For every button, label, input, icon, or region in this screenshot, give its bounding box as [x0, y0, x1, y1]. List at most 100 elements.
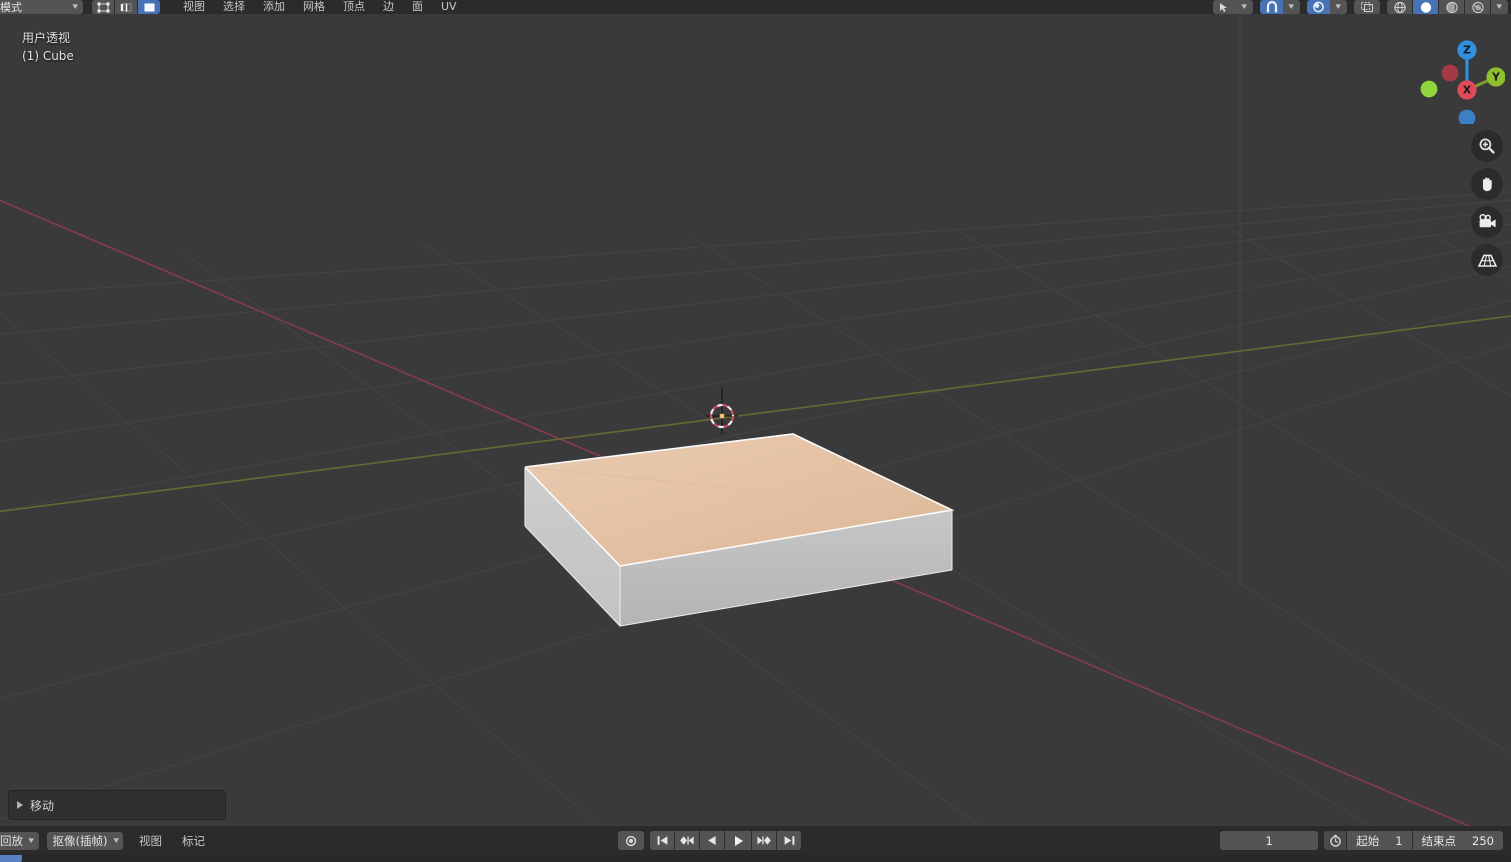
next-keyframe-button[interactable]: [752, 831, 776, 850]
play-icon: [734, 835, 743, 846]
mode-selector-label: 模式: [0, 1, 22, 14]
magnifier-plus-icon: [1479, 138, 1495, 154]
solid-sphere-icon: [1420, 1, 1431, 13]
jump-to-start-button[interactable]: [650, 831, 674, 850]
timeline-menu-marker[interactable]: 标记: [172, 832, 215, 850]
edge-icon: [120, 3, 131, 11]
chevron-down-icon: ▾: [1335, 2, 1342, 12]
select-visibility-toggle[interactable]: [1213, 0, 1236, 14]
chevron-down-icon: ▾: [1288, 2, 1295, 12]
shading-material-button[interactable]: [1439, 0, 1464, 14]
shading-solid-button[interactable]: [1413, 0, 1438, 14]
jump-to-end-button[interactable]: [777, 831, 801, 850]
chevron-down-icon: ▾: [28, 835, 35, 846]
operator-redo-panel[interactable]: 移动: [8, 790, 226, 820]
frame-end-field[interactable]: 结束点 250: [1412, 831, 1503, 850]
current-frame-field[interactable]: 1: [1220, 831, 1319, 850]
stopwatch-icon: [1329, 834, 1341, 847]
navigation-gizmo[interactable]: Y Z X: [1409, 28, 1506, 127]
mode-selector-dropdown[interactable]: 模式 ▾: [0, 0, 83, 14]
overlay-icon: [1361, 2, 1373, 12]
timeline-frame-controls: 1 起始 1 结束点 250: [1220, 831, 1503, 850]
gizmo-label-z: Z: [1463, 44, 1471, 57]
menu-edge[interactable]: 边: [374, 0, 403, 14]
magnet-icon: [1266, 1, 1277, 13]
play-reverse-button[interactable]: [700, 831, 724, 850]
timeline-menu-group: 回放 ▾ 抠像(插帧) ▾ 视图 标记: [0, 826, 215, 855]
skip-to-start-icon: [657, 836, 667, 845]
next-keyframe-icon: [757, 836, 771, 845]
chevron-down-icon: ▾: [72, 2, 79, 12]
frame-end-value: 250: [1472, 833, 1494, 848]
frame-range-group: 起始 1 结束点 250: [1324, 831, 1503, 850]
shading-options-dropdown[interactable]: ▾: [1491, 0, 1508, 14]
header-left-group: 模式 ▾ 视图 选择 添加 网格 顶点 边 面 UV: [0, 0, 466, 14]
current-frame-value: 1: [1265, 833, 1273, 848]
blender-window: 模式 ▾ 视图 选择 添加 网格 顶点 边 面 UV ▾ ▾ ▾ ▾ 用户透视 …: [0, 0, 1511, 862]
select-mode-group: [92, 0, 160, 14]
gizmo-axis-y-negative: [1420, 80, 1438, 98]
gizmo-axis-x-negative: [1441, 64, 1459, 82]
proportional-icon: [1313, 1, 1324, 13]
frame-start-value: 1: [1395, 833, 1403, 848]
hand-icon: [1483, 177, 1492, 192]
pan-tool-button[interactable]: [1471, 168, 1503, 200]
header-right-group: ▾ ▾ ▾ ▾: [1213, 0, 1509, 14]
shading-mode-group: ▾: [1387, 0, 1508, 14]
play-button[interactable]: [725, 831, 751, 850]
chevron-down-icon: ▾: [1241, 2, 1248, 12]
timeline-playhead[interactable]: [0, 855, 22, 862]
playback-buttons: [650, 831, 801, 850]
chevron-down-icon: ▾: [1496, 2, 1503, 12]
use-preview-range-button[interactable]: [1324, 831, 1347, 850]
timeline-playback-label: 回放: [0, 833, 23, 848]
proportional-editing-toggle[interactable]: [1307, 0, 1330, 14]
timeline-ruler-strip[interactable]: [0, 855, 1511, 862]
timeline-transport-group: [618, 831, 801, 850]
frame-start-field[interactable]: 起始 1: [1347, 831, 1412, 850]
timeline-menu-view[interactable]: 视图: [129, 832, 172, 850]
snap-toggle[interactable]: [1260, 0, 1283, 14]
menu-vertex[interactable]: 顶点: [334, 0, 374, 14]
timeline-keying-dropdown[interactable]: 抠像(插帧) ▾: [46, 831, 124, 850]
vertex-icon: [96, 1, 110, 13]
viewport-background: [0, 14, 1511, 826]
viewport-canvas: [0, 14, 1511, 826]
menu-add[interactable]: 添加: [254, 0, 294, 14]
gizmo-label-x: X: [1463, 84, 1472, 97]
menu-select[interactable]: 选择: [214, 0, 254, 14]
play-reverse-icon: [708, 836, 716, 845]
vertex-select-mode-button[interactable]: [92, 0, 114, 14]
viewport-tool-column: [1471, 130, 1503, 276]
camera-icon: [1478, 214, 1496, 228]
menu-face[interactable]: 面: [403, 0, 432, 14]
triangle-right-icon: [17, 801, 23, 809]
3d-viewport[interactable]: 用户透视 (1) Cube Y Z X 移动: [0, 14, 1511, 826]
previous-keyframe-button[interactable]: [675, 831, 699, 850]
camera-view-tool-button[interactable]: [1471, 206, 1503, 238]
face-icon: [144, 3, 154, 11]
show-overlays-button[interactable]: [1354, 0, 1380, 14]
zoom-tool-button[interactable]: [1471, 130, 1503, 162]
shading-wireframe-button[interactable]: [1387, 0, 1412, 14]
select-visibility-dropdown[interactable]: ▾: [1236, 0, 1253, 14]
operator-name-label: 移动: [30, 798, 55, 813]
shading-rendered-button[interactable]: [1465, 0, 1490, 14]
timeline-keying-label: 抠像(插帧): [52, 833, 108, 848]
rendered-sphere-icon: [1471, 1, 1484, 13]
timeline-playback-dropdown[interactable]: 回放 ▾: [0, 831, 39, 850]
face-select-mode-button[interactable]: [138, 0, 160, 14]
menu-uv[interactable]: UV: [432, 0, 466, 14]
snap-dropdown[interactable]: ▾: [1283, 0, 1300, 14]
menu-view[interactable]: 视图: [174, 0, 214, 14]
proportional-dropdown[interactable]: ▾: [1330, 0, 1347, 14]
toggle-orthographic-button[interactable]: [1471, 244, 1503, 276]
menu-mesh[interactable]: 网格: [294, 0, 334, 14]
viewport-menu-bar: 视图 选择 添加 网格 顶点 边 面 UV: [174, 0, 466, 14]
auto-keying-button[interactable]: [618, 831, 644, 850]
viewport-header: 模式 ▾ 视图 选择 添加 网格 顶点 边 面 UV ▾ ▾ ▾ ▾: [0, 0, 1511, 14]
timeline-editor: 回放 ▾ 抠像(插帧) ▾ 视图 标记 1 起始 1 结束点 250: [0, 826, 1511, 862]
gizmo-label-y: Y: [1491, 71, 1501, 84]
chevron-down-icon: ▾: [112, 835, 119, 846]
edge-select-mode-button[interactable]: [115, 0, 137, 14]
